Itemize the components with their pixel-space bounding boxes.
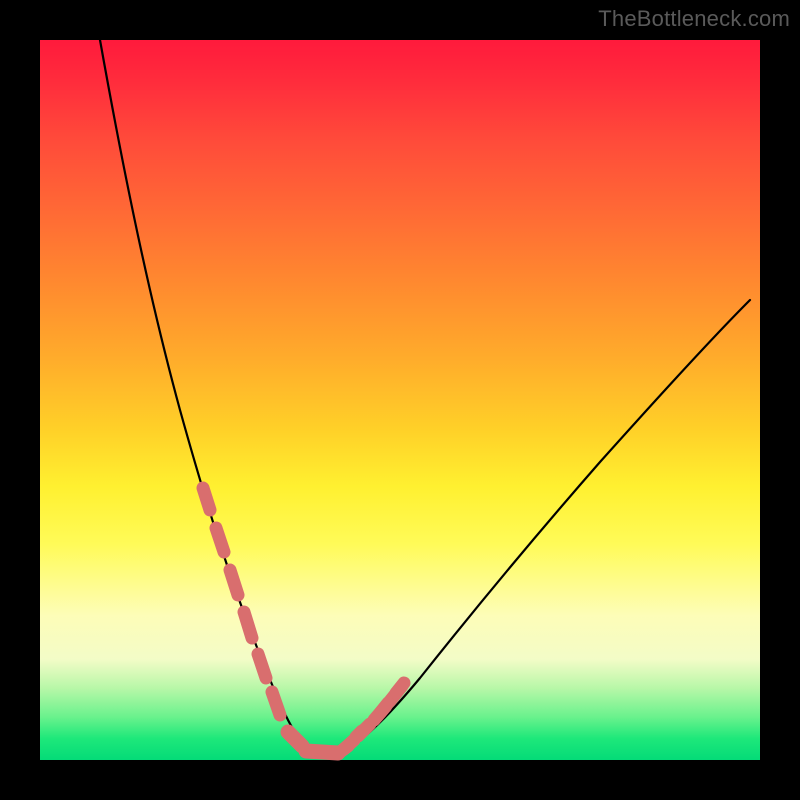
curve-svg [40, 40, 760, 760]
valley-dash [288, 732, 338, 753]
watermark-text: TheBottleneck.com [598, 6, 790, 32]
right-branch-dashes [340, 683, 404, 752]
chart-frame: TheBottleneck.com [0, 0, 800, 800]
plot-area [40, 40, 760, 760]
left-branch-dashes [203, 488, 280, 715]
bottleneck-curve [100, 40, 750, 757]
